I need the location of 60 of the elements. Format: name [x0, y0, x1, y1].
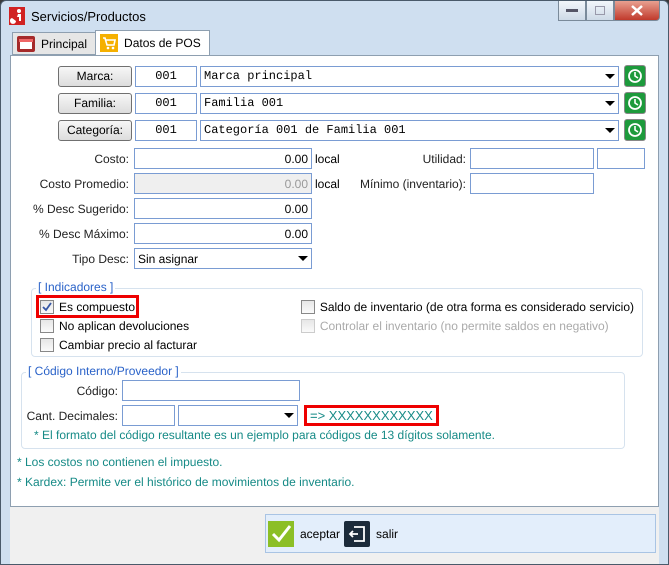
input-field[interactable] — [122, 405, 175, 426]
input-field[interactable] — [470, 173, 594, 194]
number-field[interactable]: 0.00 — [134, 223, 312, 244]
dropdown[interactable] — [178, 405, 298, 426]
close-icon — [631, 5, 643, 16]
app-icon — [9, 7, 25, 25]
field-label: % Desc Máximo: — [38, 226, 129, 240]
note-text: * Los costos no contienen el impuesto. — [17, 455, 224, 469]
group-title: [ Indicadores ] — [36, 280, 116, 294]
number-field[interactable]: 0.00 — [134, 198, 312, 219]
group-title: [ Código Interno/Proveedor ] — [26, 364, 181, 378]
maximize-icon — [595, 6, 605, 15]
lookup-button[interactable]: Categoría: — [58, 120, 132, 140]
checkbox[interactable]: Es compuesto — [38, 297, 138, 316]
check-icon — [42, 302, 52, 312]
minimize-icon — [566, 8, 578, 12]
tab[interactable]: Datos de POS — [95, 30, 210, 55]
input-field[interactable] — [122, 380, 300, 401]
unit-label: local — [315, 176, 341, 190]
note-text: * Kardex: Permite ver el histórico de movimientos de inventario. — [17, 475, 356, 489]
checkbox[interactable]: Saldo de inventario (de otra forma es considerado servicio) — [298, 297, 636, 316]
dropdown[interactable]: Categoría 001 de Familia 001 — [200, 120, 619, 140]
cart-icon — [100, 34, 118, 52]
checkbox[interactable]: Cambiar precio al facturar — [38, 335, 200, 354]
field-label: Utilidad: — [422, 152, 466, 166]
field-label: Costo: — [93, 152, 129, 166]
lookup-button[interactable]: Marca: — [58, 66, 132, 86]
code-preview: => XXXXXXXXXXXX — [304, 405, 439, 426]
input-field[interactable] — [470, 148, 594, 169]
store-icon — [17, 36, 35, 52]
exit-button[interactable]: salir — [344, 520, 398, 546]
format-note: * El formato del código resultante es un ejemplo para códigos de 13 dígitos solamente. — [34, 428, 495, 442]
field-label: Mínimo (inventario): — [358, 176, 466, 190]
minimize-button[interactable] — [558, 1, 586, 21]
code-field[interactable]: 001 — [135, 92, 197, 114]
exit-icon — [344, 520, 370, 546]
refresh-button[interactable] — [624, 119, 646, 141]
field-label: Tipo Desc: — [71, 252, 129, 266]
refresh-button[interactable] — [624, 92, 646, 114]
field-label: Costo Promedio: — [38, 176, 129, 190]
dropdown[interactable]: Marca principal — [200, 66, 619, 86]
field-label: % Desc Sugerido: — [32, 202, 129, 216]
checkmark-icon — [268, 520, 294, 546]
lookup-button[interactable]: Familia: — [58, 92, 132, 114]
refresh-button[interactable] — [624, 65, 646, 87]
unit-label: local — [315, 152, 341, 166]
accept-button[interactable]: aceptar — [268, 520, 340, 546]
number-field[interactable]: 0.00 — [134, 148, 312, 169]
checkbox[interactable]: No aplican devoluciones — [38, 316, 192, 335]
dropdown[interactable]: Familia 001 — [200, 92, 619, 114]
window-title: Servicios/Productos — [31, 8, 146, 24]
field-label: Código: — [76, 384, 118, 398]
code-field[interactable]: 001 — [135, 120, 197, 140]
dropdown[interactable]: Sin asignar — [134, 248, 312, 269]
input-field[interactable] — [597, 148, 645, 169]
maximize-button[interactable] — [586, 1, 614, 21]
close-button[interactable] — [614, 1, 660, 21]
tab[interactable]: Principal — [12, 32, 96, 55]
code-field[interactable]: 001 — [135, 66, 197, 86]
field-label: Cant. Decimales: — [26, 408, 118, 422]
